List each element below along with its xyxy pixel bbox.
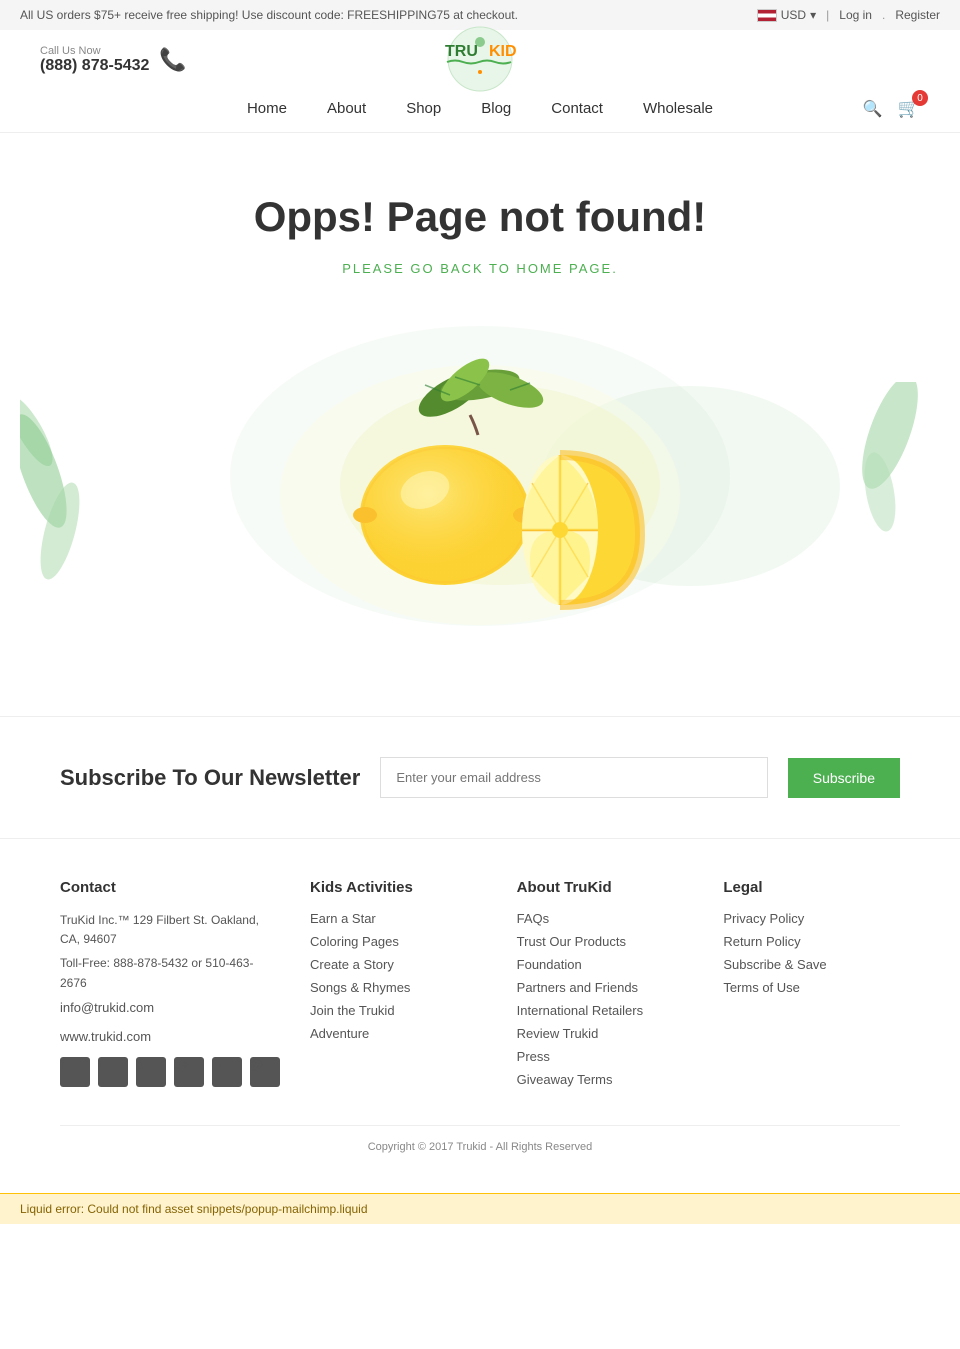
kids-coloring-pages[interactable]: Coloring Pages bbox=[310, 934, 487, 949]
email-link[interactable]: info@trukid.com bbox=[60, 998, 280, 1019]
copyright-text: Copyright © 2017 Trukid - All Rights Res… bbox=[368, 1141, 593, 1153]
facebook-icon[interactable]: f bbox=[60, 1057, 90, 1087]
kids-adventure[interactable]: Adventure bbox=[310, 1026, 487, 1041]
website-link[interactable]: www.trukid.com bbox=[60, 1027, 280, 1048]
subscribe-button[interactable]: Subscribe bbox=[788, 758, 900, 798]
right-leaf-decoration bbox=[840, 382, 920, 532]
header-left: Call Us Now (888) 878-5432 📞 bbox=[40, 45, 187, 75]
nav-wholesale[interactable]: Wholesale bbox=[643, 100, 713, 117]
about-trukid-title: About TruKid bbox=[517, 879, 694, 896]
cart-wrapper[interactable]: 🛒 0 bbox=[898, 98, 920, 119]
go-home-link[interactable]: PLEASE GO BACK TO HOME PAGE. bbox=[342, 261, 618, 276]
legal-privacy[interactable]: Privacy Policy bbox=[723, 911, 900, 926]
about-foundation[interactable]: Foundation bbox=[517, 957, 694, 972]
contact-website: www.trukid.com bbox=[60, 1027, 280, 1048]
main-nav: Home About Shop Blog Contact Wholesale 🔍… bbox=[0, 90, 960, 133]
newsletter-email-input[interactable] bbox=[380, 757, 767, 798]
footer-grid: Contact TruKid Inc.™ 129 Filbert St. Oak… bbox=[60, 879, 900, 1095]
contact-tollfree: Toll-Free: 888-878-5432 or 510-463-2676 bbox=[60, 954, 280, 992]
lemon-illustration bbox=[270, 335, 690, 658]
contact-email: info@trukid.com bbox=[60, 998, 280, 1019]
about-international[interactable]: International Retailers bbox=[517, 1003, 694, 1018]
nav-shop[interactable]: Shop bbox=[406, 100, 441, 117]
youtube-icon[interactable]: ▶ bbox=[212, 1057, 242, 1087]
footer-kids-col: Kids Activities Earn a Star Coloring Pag… bbox=[310, 879, 487, 1095]
phone-number: (888) 878-5432 bbox=[40, 57, 149, 75]
login-link[interactable]: Log in bbox=[839, 8, 872, 22]
footer-contact-col: Contact TruKid Inc.™ 129 Filbert St. Oak… bbox=[60, 879, 280, 1095]
newsletter-section: Subscribe To Our Newsletter Subscribe bbox=[0, 716, 960, 838]
chevron-down-icon: ▾ bbox=[810, 8, 816, 22]
liquid-error-message: Liquid error: Could not find asset snipp… bbox=[20, 1202, 368, 1216]
currency-selector[interactable]: USD ▾ bbox=[757, 8, 816, 22]
call-label: Call Us Now bbox=[40, 45, 149, 57]
flag-icon bbox=[757, 9, 777, 22]
pinterest-icon[interactable]: p bbox=[136, 1057, 166, 1087]
nav-about[interactable]: About bbox=[327, 100, 366, 117]
call-info: Call Us Now (888) 878-5432 bbox=[40, 45, 149, 75]
header: Call Us Now (888) 878-5432 📞 TRU KID bbox=[0, 30, 960, 90]
kids-create-story[interactable]: Create a Story bbox=[310, 957, 487, 972]
contact-title: Contact bbox=[60, 879, 280, 896]
logo[interactable]: TRU KID bbox=[415, 24, 545, 97]
left-leaf-decoration bbox=[20, 371, 120, 621]
footer-copyright: Copyright © 2017 Trukid - All Rights Res… bbox=[60, 1125, 900, 1153]
separator: | bbox=[826, 8, 829, 22]
svg-text:TRU: TRU bbox=[445, 43, 478, 60]
social-icons: f t p g+ ▶ @ bbox=[60, 1057, 280, 1095]
phone-icon: 📞 bbox=[159, 47, 186, 73]
banner-message: All US orders $75+ receive free shipping… bbox=[20, 8, 518, 22]
kids-join-trukid[interactable]: Join the Trukid bbox=[310, 1003, 487, 1018]
about-faqs[interactable]: FAQs bbox=[517, 911, 694, 926]
svg-text:KID: KID bbox=[489, 43, 517, 60]
nav-blog[interactable]: Blog bbox=[481, 100, 511, 117]
liquid-error: Liquid error: Could not find asset snipp… bbox=[0, 1193, 960, 1224]
twitter-icon[interactable]: t bbox=[98, 1057, 128, 1087]
legal-subscribe-save[interactable]: Subscribe & Save bbox=[723, 957, 900, 972]
nav-home[interactable]: Home bbox=[247, 100, 287, 117]
error-title: Opps! Page not found! bbox=[20, 193, 940, 241]
about-trust-products[interactable]: Trust Our Products bbox=[517, 934, 694, 949]
lemon-image bbox=[20, 306, 940, 686]
lemon-svg bbox=[270, 335, 690, 655]
footer-legal-col: Legal Privacy Policy Return Policy Subsc… bbox=[723, 879, 900, 1095]
email-social-icon[interactable]: @ bbox=[250, 1057, 280, 1087]
search-icon[interactable]: 🔍 bbox=[863, 99, 883, 119]
legal-title: Legal bbox=[723, 879, 900, 896]
error-section: Opps! Page not found! PLEASE GO BACK TO … bbox=[0, 133, 960, 716]
newsletter-title: Subscribe To Our Newsletter bbox=[60, 765, 360, 791]
currency-label: USD bbox=[781, 8, 806, 22]
nav-icons: 🔍 🛒 0 bbox=[863, 98, 920, 119]
logo-svg: TRU KID bbox=[415, 24, 545, 94]
contact-address: TruKid Inc.™ 129 Filbert St. Oakland, CA… bbox=[60, 911, 280, 949]
legal-return[interactable]: Return Policy bbox=[723, 934, 900, 949]
separator2: . bbox=[882, 8, 885, 22]
cart-badge: 0 bbox=[912, 90, 928, 106]
about-review[interactable]: Review Trukid bbox=[517, 1026, 694, 1041]
top-banner-right: USD ▾ | Log in . Register bbox=[757, 8, 940, 22]
about-press[interactable]: Press bbox=[517, 1049, 694, 1064]
kids-earn-star[interactable]: Earn a Star bbox=[310, 911, 487, 926]
kids-songs-rhymes[interactable]: Songs & Rhymes bbox=[310, 980, 487, 995]
error-subtitle: PLEASE GO BACK TO HOME PAGE. bbox=[20, 261, 940, 276]
footer-about-col: About TruKid FAQs Trust Our Products Fou… bbox=[517, 879, 694, 1095]
legal-terms-of-use[interactable]: Terms of Use bbox=[723, 980, 900, 995]
nav-contact[interactable]: Contact bbox=[551, 100, 603, 117]
googleplus-icon[interactable]: g+ bbox=[174, 1057, 204, 1087]
kids-activities-title: Kids Activities bbox=[310, 879, 487, 896]
about-giveaway[interactable]: Giveaway Terms bbox=[517, 1072, 694, 1087]
about-partners[interactable]: Partners and Friends bbox=[517, 980, 694, 995]
register-link[interactable]: Register bbox=[895, 8, 940, 22]
footer: Contact TruKid Inc.™ 129 Filbert St. Oak… bbox=[0, 838, 960, 1193]
